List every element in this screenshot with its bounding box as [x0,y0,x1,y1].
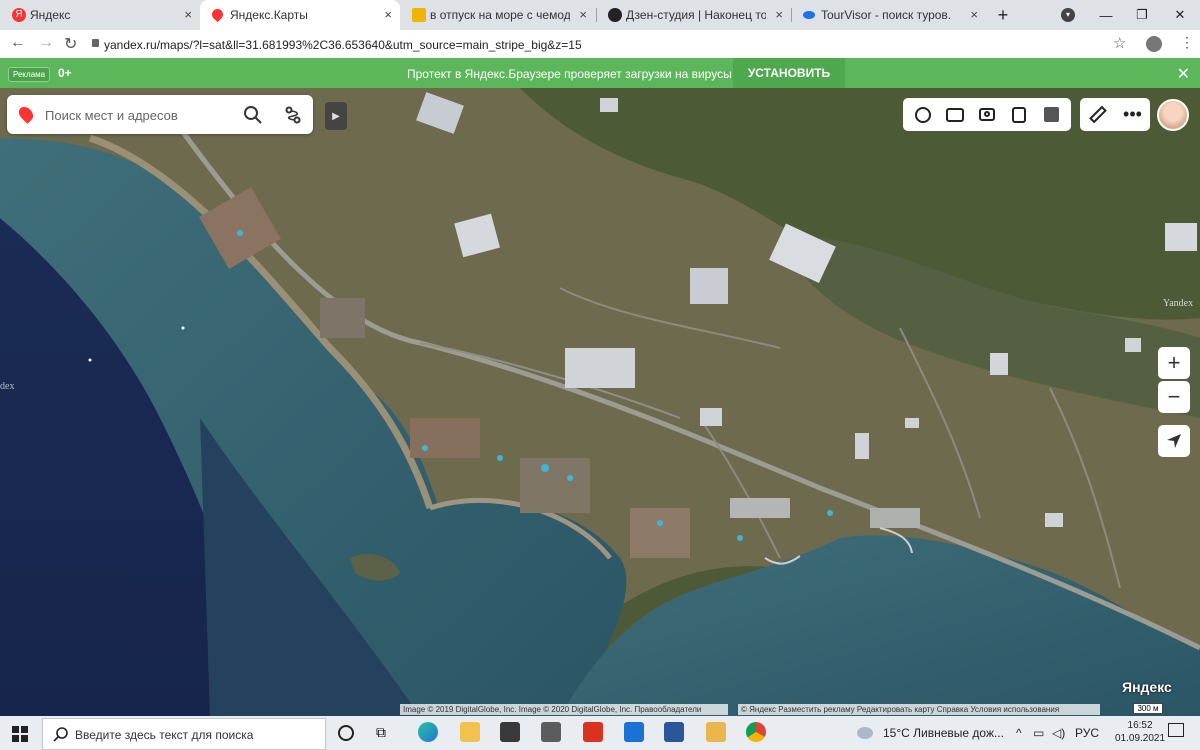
close-icon[interactable]: × [970,7,978,22]
taskbar-search-text: Введите здесь текст для поиска [75,728,254,742]
word-icon[interactable] [664,722,684,742]
lock-icon [92,39,99,47]
taskbar-search-box[interactable]: Введите здесь текст для поиска [42,718,326,750]
maximize-icon[interactable]: ❐ [1124,0,1160,30]
map-footer-links[interactable]: © Яндекс Разместить рекламу Редактироват… [738,704,1100,715]
install-button[interactable]: УСТАНОВИТЬ [733,58,845,88]
zen-favicon-icon [412,8,426,22]
tab-zen-studio[interactable]: Дзен-студия | Наконец то мы з × [596,0,791,30]
tab-search-icon[interactable]: ▾ [1050,0,1086,30]
store-icon[interactable] [500,722,520,742]
age-rating: 0+ [58,66,72,80]
tab-title: Яндекс [30,8,71,22]
forward-icon[interactable]: → [38,34,54,52]
more-icon[interactable]: ••• [1122,104,1144,126]
map-layers-toolbar [903,98,1071,131]
url-field[interactable]: yandex.ru/maps/?l=sat&ll=31.681993%2C36.… [104,38,582,52]
map-tools-toolbar: ••• [1080,98,1150,131]
scale-bar: 300 м [1133,703,1163,714]
back-icon[interactable]: ← [10,34,26,52]
tray-chevron-icon[interactable]: ^ [1016,726,1022,740]
network-icon[interactable]: ▭ [1033,726,1044,740]
location-arrow-icon [1167,434,1181,448]
zoom-in-button[interactable]: + [1158,347,1190,379]
map-pin-icon [16,104,36,124]
search-icon [53,727,68,742]
time: 16:52 [1127,720,1153,731]
weather-text[interactable]: 15°C Ливневые дож... [883,726,1004,740]
profile-icon[interactable] [1146,36,1162,52]
acrobat-icon[interactable] [583,722,603,742]
notifications-icon[interactable] [1168,723,1184,737]
cortana-icon[interactable] [338,725,354,741]
date: 01.09.2021 [1115,733,1166,744]
imagery-attribution[interactable]: Image © 2019 DigitalGlobe, Inc. Image © … [400,704,728,715]
tab-tourvisor[interactable]: TourVisor - поиск туров. × [791,0,986,30]
language-indicator[interactable]: РУС [1075,726,1099,740]
windows-start-icon[interactable] [12,726,28,742]
close-icon[interactable]: × [384,7,392,22]
tab-yandex-maps[interactable]: Яндекс.Карты × [200,0,400,30]
transport-icon[interactable] [1008,104,1030,126]
tab-title: Дзен-студия | Наконец то мы з [626,8,766,22]
new-tab-button[interactable]: + [985,0,1021,30]
mail-icon[interactable] [624,722,644,742]
map-watermark: Yandex [1163,298,1194,309]
bookmark-star-icon[interactable]: ☆ [1113,34,1126,52]
map-mode-icon[interactable] [1040,104,1062,126]
panorama-icon[interactable] [944,104,966,126]
yandex-favicon-icon: Я [12,8,26,22]
zen-favicon-icon [608,8,622,22]
tab-yandex[interactable]: Я Яндекс × [0,0,200,30]
tab-title: TourVisor - поиск туров. [821,8,952,22]
map-pin-icon [209,6,226,23]
task-view-icon[interactable]: ⧉ [376,724,396,744]
minimize-icon[interactable]: — [1088,0,1124,30]
collapse-panel-button[interactable]: ▶ [325,102,347,130]
folder-icon[interactable] [706,722,726,742]
search-icon[interactable] [243,105,263,125]
route-icon[interactable] [283,105,303,125]
ad-label: Реклама [8,67,51,82]
yandex-logo: Яндекс [1122,679,1172,695]
edge-icon[interactable] [418,722,438,742]
close-window-icon[interactable]: ✕ [1162,0,1198,30]
zoom-out-button[interactable]: − [1158,381,1190,413]
menu-icon[interactable]: ⋮ [1180,34,1194,51]
close-icon[interactable]: × [184,7,192,22]
tab-vacation[interactable]: в отпуск на море с чемоданом × [400,0,595,30]
close-icon[interactable]: × [775,7,783,22]
promo-banner: Реклама 0+ Протект в Яндекс.Браузере про… [0,58,1200,88]
clock[interactable]: 16:52 01.09.2021 [1115,719,1165,745]
weather-icon [857,727,873,739]
promo-text: Протект в Яндекс.Браузере проверяет загр… [407,67,732,81]
ruler-icon[interactable] [1087,104,1109,126]
satellite-map[interactable]: dex Yandex [0,88,1200,716]
chrome-icon[interactable] [746,722,766,742]
windows-taskbar: Введите здесь текст для поиска ⧉ 15°C Ли… [0,716,1200,750]
layers-icon[interactable] [912,104,934,126]
avatar[interactable] [1157,99,1189,131]
address-bar: ← → ↻ yandex.ru/maps/?l=sat&ll=31.681993… [0,30,1200,58]
close-icon[interactable]: ✕ [1177,64,1190,84]
tab-title: Яндекс.Карты [230,8,308,22]
close-icon[interactable]: × [579,7,587,22]
browser-tab-bar: Я Яндекс × Яндекс.Карты × в отпуск на мо… [0,0,1200,30]
volume-icon[interactable]: ◁) [1052,726,1065,740]
tab-title: в отпуск на море с чемоданом [430,8,570,22]
camera-icon[interactable] [976,104,998,126]
tourvisor-favicon-icon [803,11,815,19]
map-side-text: dex [0,381,15,392]
search-box [7,95,313,134]
geolocation-button[interactable] [1158,425,1190,457]
search-input[interactable] [45,104,235,126]
satellite-imagery [0,88,1200,716]
reload-icon[interactable]: ↻ [64,34,77,54]
file-explorer-icon[interactable] [460,722,480,742]
calculator-icon[interactable] [541,722,561,742]
